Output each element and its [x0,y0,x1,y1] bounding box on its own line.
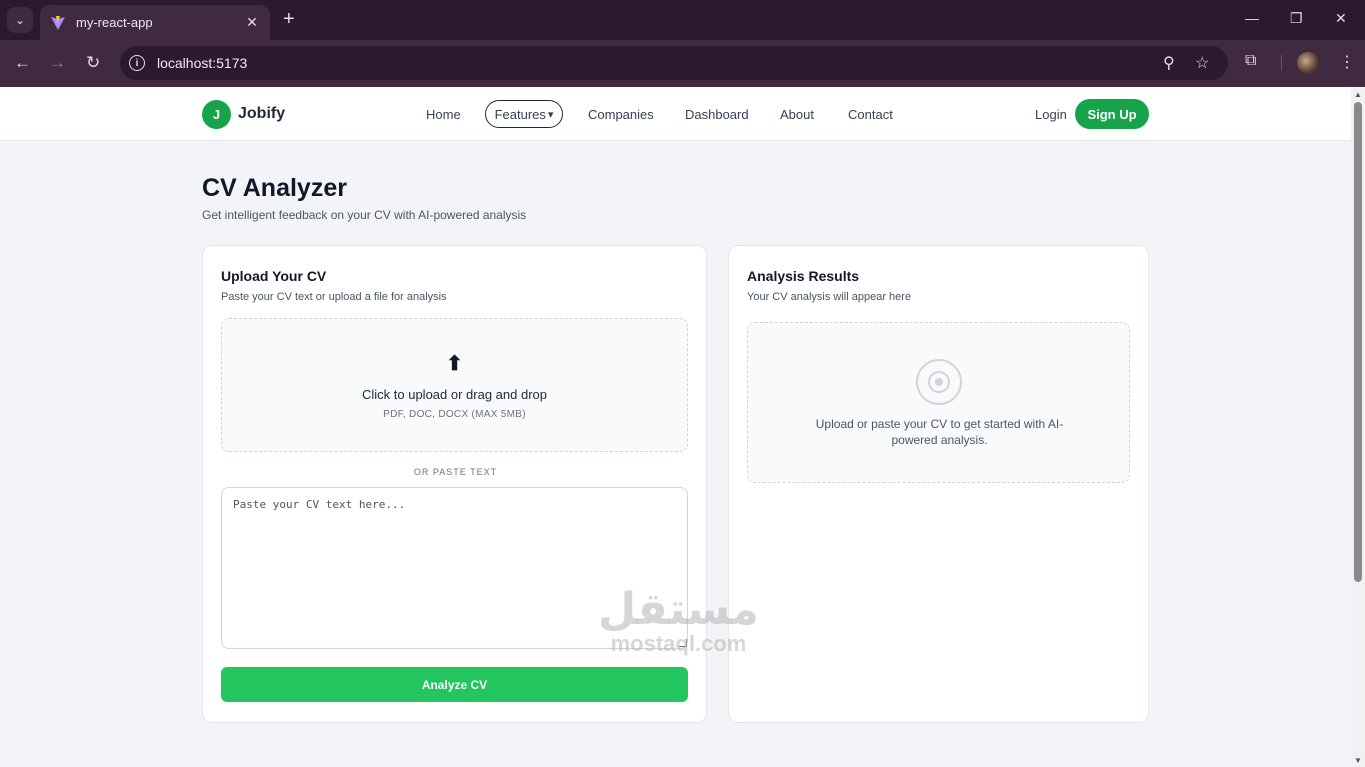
extensions-icon[interactable]: ⧉ [1245,52,1256,70]
vite-favicon-icon [51,15,65,30]
mostaql-watermark: مستقل mostaql.com [598,588,759,656]
tab-search-icon[interactable]: ⌄ [7,7,33,33]
results-placeholder: Upload or paste your CV to get started w… [747,322,1130,483]
or-divider-label: OR PASTE TEXT [413,467,498,477]
nav-features-label: Features [494,106,546,122]
target-icon [916,359,962,405]
bookmark-star-icon[interactable]: ☆ [1195,53,1209,73]
page-scrollbar[interactable]: ▲ ▼ [1351,87,1365,767]
restore-icon[interactable]: ❐ [1290,10,1303,27]
signup-button[interactable]: Sign Up [1075,99,1149,129]
window-close-icon[interactable]: ✕ [1335,10,1347,27]
page-title: CV Analyzer [202,174,347,202]
nav-link-dashboard[interactable]: Dashboard [685,107,749,122]
results-card: Analysis Results Your CV analysis will a… [728,245,1149,723]
forward-icon[interactable]: → [49,53,66,73]
target-icon-ring [928,371,950,393]
analyze-cv-button[interactable]: Analyze CV [221,667,688,702]
more-menu-icon[interactable]: ⋮ [1339,52,1355,72]
site-navbar: J Jobify Home Features ▾ Companies Dashb… [0,87,1351,141]
upload-arrow-icon: ⬆ [446,353,463,375]
upload-card-title: Upload Your CV [221,268,327,284]
tab-close-icon[interactable]: ✕ [244,14,260,31]
results-card-subtitle: Your CV analysis will appear here [747,291,912,303]
scroll-down-icon[interactable]: ▼ [1354,756,1362,765]
minimize-icon[interactable]: — [1245,10,1259,26]
dropzone-formats: PDF, DOC, DOCX (MAX 5MB) [383,409,526,420]
login-link[interactable]: Login [1035,107,1067,122]
dropzone-instruction: Click to upload or drag and drop [361,387,547,402]
logo-icon[interactable]: J [202,100,231,129]
watermark-arabic: مستقل [598,584,759,635]
toolbar-divider [1281,55,1282,71]
brand-name[interactable]: Jobify [238,105,285,123]
chevron-down-icon: ▾ [547,108,554,121]
scroll-thumb[interactable] [1354,102,1362,582]
page-viewport: J Jobify Home Features ▾ Companies Dashb… [0,87,1351,767]
browser-toolbar: ← → ↻ i localhost:5173 ⚲ ☆ ⧉ ⋮ [0,40,1365,87]
browser-tab[interactable]: my-react-app ✕ [40,5,270,40]
url-text: localhost:5173 [157,55,248,71]
nav-features-dropdown[interactable]: Features ▾ [485,100,563,128]
results-card-title: Analysis Results [747,268,860,284]
browser-tab-bar: ⌄ my-react-app ✕ + — ❐ ✕ [0,0,1365,40]
back-icon[interactable]: ← [14,53,31,73]
tab-title: my-react-app [76,15,153,30]
address-bar[interactable]: i localhost:5173 ⚲ ☆ [120,46,1228,80]
results-empty-message: Upload or paste your CV to get started w… [815,417,1064,447]
watermark-latin: mostaql.com [610,631,747,656]
upload-card-subtitle: Paste your CV text or upload a file for … [221,291,447,303]
nav-link-home[interactable]: Home [426,107,461,122]
zoom-icon[interactable]: ⚲ [1163,53,1175,73]
profile-avatar[interactable] [1297,52,1319,74]
nav-link-about[interactable]: About [780,107,814,122]
page-subtitle: Get intelligent feedback on your CV with… [202,208,527,222]
file-dropzone[interactable]: ⬆ Click to upload or drag and drop PDF, … [221,318,688,452]
scroll-up-icon[interactable]: ▲ [1354,90,1362,99]
new-tab-icon[interactable]: + [283,9,295,29]
nav-link-contact[interactable]: Contact [848,107,893,122]
site-info-icon[interactable]: i [129,55,145,71]
target-icon-dot [935,378,943,386]
nav-link-companies[interactable]: Companies [588,107,654,122]
reload-icon[interactable]: ↻ [86,53,100,73]
